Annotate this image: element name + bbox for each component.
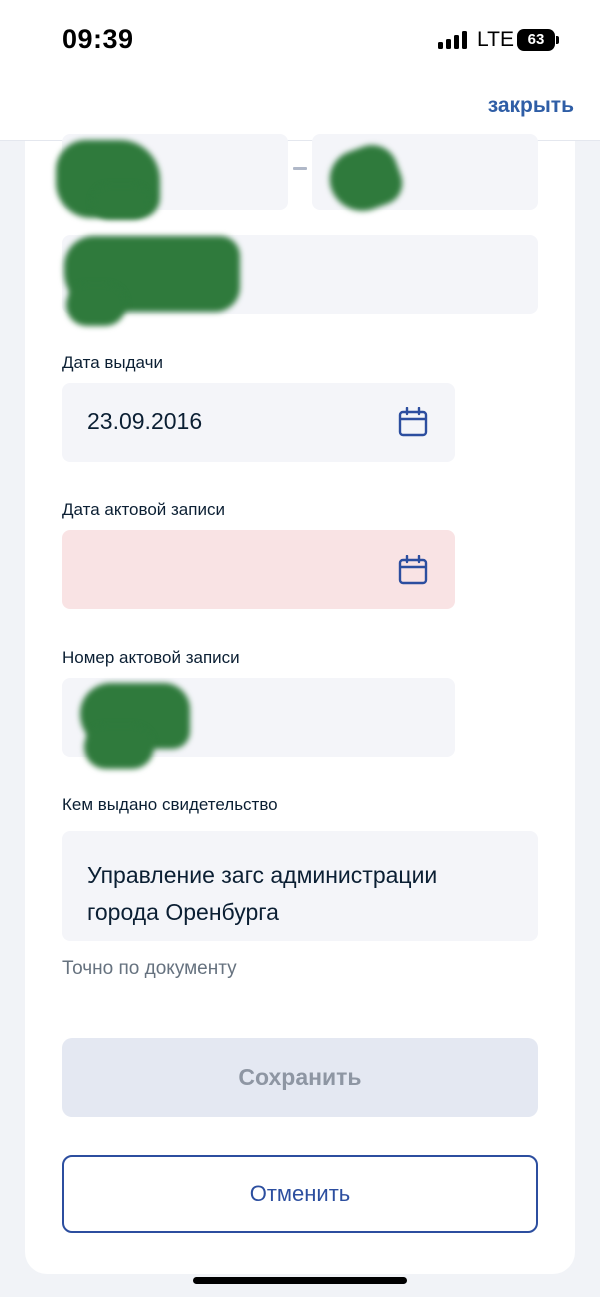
issued-by-value: Управление загс администрации города Оре…	[87, 857, 507, 931]
cancel-button[interactable]: Отменить	[62, 1155, 538, 1233]
battery-tip	[556, 36, 559, 44]
issued-by-label: Кем выдано свидетельство	[62, 795, 278, 814]
redaction-mark	[66, 284, 126, 326]
record-date-field[interactable]	[62, 530, 455, 609]
calendar-icon[interactable]	[398, 555, 428, 585]
issue-date-label: Дата выдачи	[62, 353, 163, 372]
issued-by-hint: Точно по документу	[62, 958, 237, 979]
redaction-mark	[84, 725, 154, 769]
clock-time: 09:39	[62, 24, 134, 54]
close-link[interactable]: закрыть	[488, 94, 574, 118]
calendar-icon[interactable]	[398, 407, 428, 437]
header-bar: закрыть	[0, 78, 600, 141]
save-button[interactable]: Сохранить	[62, 1038, 538, 1117]
network-type: LTE	[477, 28, 514, 51]
series-number-separator	[293, 167, 307, 170]
battery-icon: 63	[517, 29, 555, 51]
status-bar: 09:39 LTE 63	[0, 0, 600, 78]
issued-by-line-2: города Оренбурга	[87, 899, 279, 925]
issued-by-line-1: Управление загс администрации	[87, 862, 438, 888]
issue-date-value: 23.09.2016	[87, 408, 203, 434]
redaction-mark	[92, 185, 150, 219]
signal-icon	[438, 31, 468, 49]
record-date-label: Дата актовой записи	[62, 500, 225, 519]
record-number-label: Номер актовой записи	[62, 648, 240, 667]
home-indicator	[193, 1277, 407, 1284]
